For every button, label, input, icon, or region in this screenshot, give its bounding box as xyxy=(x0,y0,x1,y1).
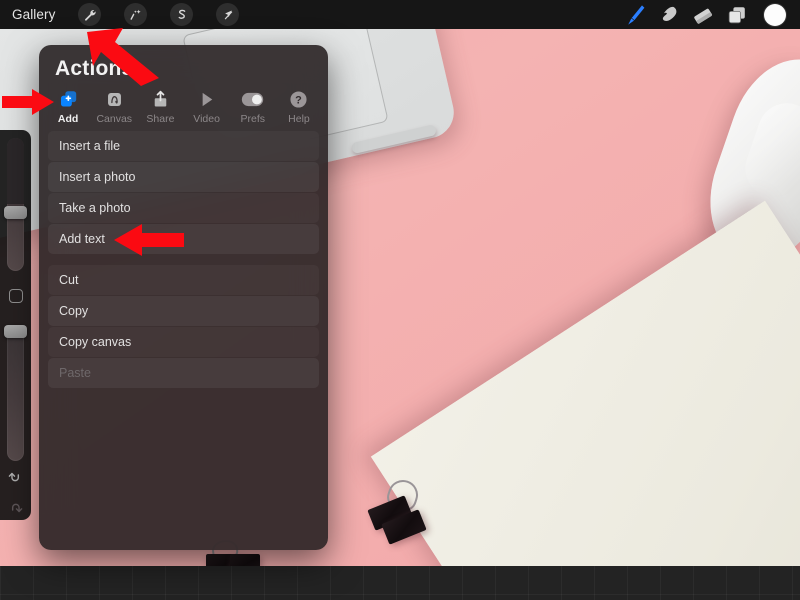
menu-item-copy-canvas[interactable]: Copy canvas xyxy=(48,327,319,357)
notebook-object xyxy=(370,200,800,566)
arrow-to-actions-wrench xyxy=(85,26,163,88)
panel-title: Actions xyxy=(55,57,134,80)
binder-clip-center xyxy=(367,476,430,550)
color-circle-icon[interactable] xyxy=(764,3,786,26)
canvas-resize-icon xyxy=(104,88,125,110)
question-mark-icon: ? xyxy=(288,88,309,110)
tab-help-label: Help xyxy=(288,113,310,125)
add-layers-plus-icon xyxy=(58,88,79,110)
brush-icon[interactable] xyxy=(618,3,652,27)
tab-prefs[interactable]: Prefs xyxy=(230,88,276,125)
panel-tab-bar: Add Canvas Share Video Prefs ? Help xyxy=(39,81,328,131)
video-play-icon xyxy=(196,88,217,110)
layers-icon[interactable] xyxy=(720,4,754,26)
tab-share-label: Share xyxy=(146,113,175,125)
redo-icon[interactable] xyxy=(5,496,26,517)
gallery-button[interactable]: Gallery xyxy=(12,7,55,22)
tab-prefs-label: Prefs xyxy=(240,113,266,125)
menu-item-insert-a-file[interactable]: Insert a file xyxy=(48,131,319,161)
tab-add-label: Add xyxy=(57,113,79,125)
brush-size-slider-thumb[interactable] xyxy=(4,206,27,219)
opacity-slider-thumb[interactable] xyxy=(4,325,27,338)
top-toolbar-right-group xyxy=(618,3,800,27)
left-sidebar xyxy=(0,130,31,520)
tab-canvas[interactable]: Canvas xyxy=(91,88,137,125)
share-upload-icon xyxy=(150,88,171,110)
mouse-highlight xyxy=(737,95,800,206)
arrow-to-add-tab xyxy=(2,88,54,116)
procreate-canvas-screen: Gallery Actions Add Canvas Share Video P… xyxy=(0,0,800,600)
smudge-icon[interactable] xyxy=(652,4,686,26)
add-menu-group-two: Cut Copy Copy canvas Paste xyxy=(39,265,328,388)
opacity-slider[interactable] xyxy=(4,325,27,461)
arrow-diagonal-icon[interactable] xyxy=(216,3,240,26)
tab-help[interactable]: ? Help xyxy=(276,88,322,125)
tab-video-label: Video xyxy=(193,113,220,125)
arrow-to-add-text xyxy=(114,222,184,258)
modify-button[interactable] xyxy=(9,289,23,303)
menu-item-take-a-photo[interactable]: Take a photo xyxy=(48,193,319,223)
tab-canvas-label: Canvas xyxy=(96,113,133,125)
wrench-icon[interactable] xyxy=(78,3,102,26)
toggle-switch-icon xyxy=(241,88,264,110)
brush-size-slider[interactable] xyxy=(4,138,27,271)
menu-item-copy[interactable]: Copy xyxy=(48,296,319,326)
svg-text:?: ? xyxy=(296,94,303,106)
actions-panel: Actions Add Canvas Share Video Prefs ? H… xyxy=(39,45,328,550)
menu-item-paste: Paste xyxy=(48,358,319,388)
top-toolbar: Gallery xyxy=(0,0,800,29)
menu-item-cut[interactable]: Cut xyxy=(48,265,319,295)
menu-item-insert-a-photo[interactable]: Insert a photo xyxy=(48,162,319,192)
tab-video[interactable]: Video xyxy=(184,88,230,125)
tab-share[interactable]: Share xyxy=(137,88,183,125)
undo-icon[interactable] xyxy=(5,468,26,489)
magic-wand-icon[interactable] xyxy=(124,3,148,26)
laptop-edge-notch xyxy=(350,124,438,155)
s-curve-icon[interactable] xyxy=(170,3,194,26)
eraser-icon[interactable] xyxy=(686,4,720,26)
